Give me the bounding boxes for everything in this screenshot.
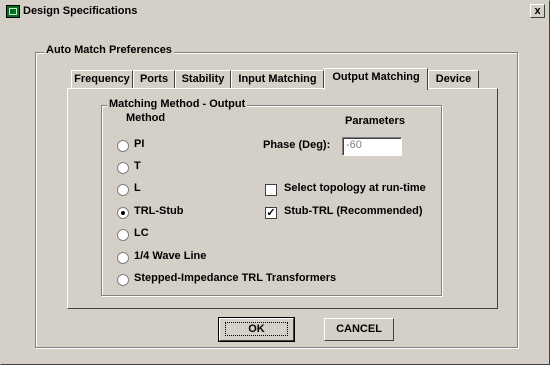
cancel-button[interactable]: CANCEL — [324, 318, 394, 341]
radio-lc-label[interactable]: LC — [134, 227, 149, 239]
auto-match-preferences-label: Auto Match Preferences — [44, 44, 174, 56]
tab-ports[interactable]: Ports — [133, 70, 175, 89]
ok-button-label: OK — [225, 322, 288, 336]
radio-t-label[interactable]: T — [134, 160, 141, 172]
radio-lc[interactable] — [117, 229, 129, 241]
app-icon — [6, 5, 20, 18]
tab-frequency[interactable]: Frequency — [71, 70, 133, 89]
tab-input-matching[interactable]: Input Matching — [231, 70, 324, 89]
radio-pi[interactable] — [117, 140, 129, 152]
phase-label: Phase (Deg): — [263, 139, 331, 151]
ok-button[interactable]: OK — [218, 317, 295, 342]
title-bar[interactable]: Design Specifications x — [3, 3, 547, 21]
radio-quarter-wave-line[interactable] — [117, 252, 129, 264]
matching-method-label: Matching Method - Output — [107, 98, 248, 110]
dialog-window: Design Specifications x Auto Match Prefe… — [0, 0, 550, 365]
matching-method-group — [101, 105, 442, 296]
select-topology-checkbox[interactable] — [265, 184, 277, 196]
window-title: Design Specifications — [23, 5, 138, 17]
radio-trl-stub[interactable] — [117, 207, 129, 219]
select-topology-label[interactable]: Select topology at run-time — [284, 182, 426, 194]
radio-trl-stub-label[interactable]: TRL-Stub — [134, 205, 183, 217]
close-button[interactable]: x — [530, 4, 545, 18]
radio-stepped-impedance-label[interactable]: Stepped-Impedance TRL Transformers — [134, 272, 336, 284]
method-header: Method — [126, 112, 166, 124]
tab-output-matching[interactable]: Output Matching — [324, 68, 428, 90]
radio-l-label[interactable]: L — [134, 182, 141, 194]
parameters-header: Parameters — [345, 115, 405, 127]
radio-t[interactable] — [117, 162, 129, 174]
radio-l[interactable] — [117, 184, 129, 196]
tab-stability[interactable]: Stability — [175, 70, 231, 89]
stub-trl-label[interactable]: Stub-TRL (Recommended) — [284, 205, 423, 217]
radio-quarter-wave-line-label[interactable]: 1/4 Wave Line — [134, 250, 206, 262]
radio-pi-label[interactable]: PI — [134, 138, 144, 150]
phase-input[interactable]: -60 — [342, 137, 402, 156]
tab-device[interactable]: Device — [428, 70, 479, 89]
stub-trl-checkbox[interactable]: ✓ — [265, 207, 277, 219]
radio-stepped-impedance[interactable] — [117, 274, 129, 286]
